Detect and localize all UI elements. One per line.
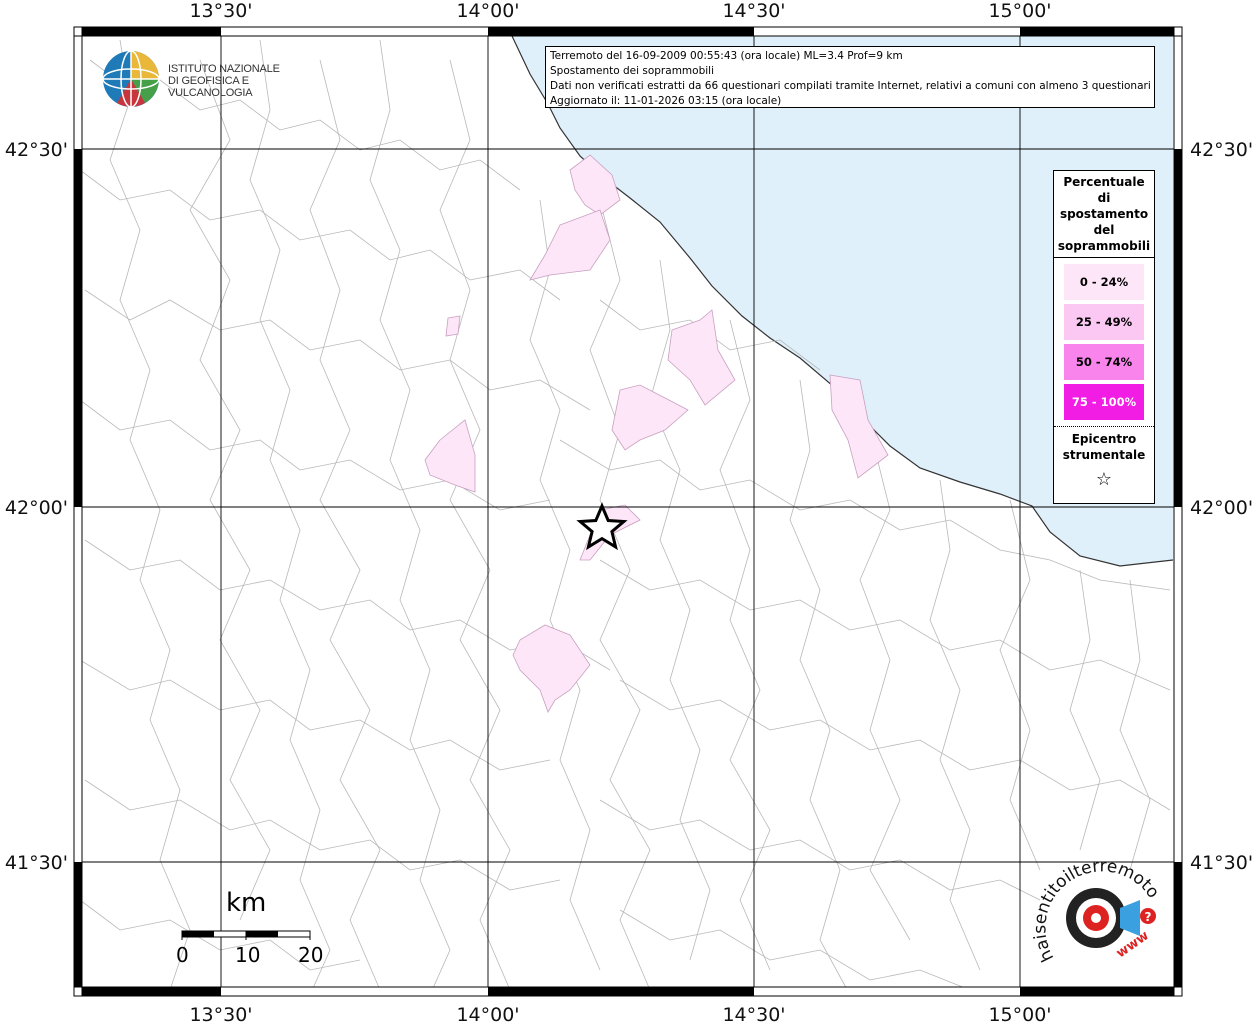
- legend-epicenter-label: Epicentro strumentale: [1054, 427, 1154, 463]
- legend-title-line: soprammobili: [1057, 239, 1151, 253]
- map-subject: Spostamento dei soprammobili: [550, 65, 714, 77]
- legend-class-3: 50 - 74%: [1064, 344, 1144, 380]
- scale-tick-10: 10: [235, 943, 261, 967]
- update-time: Aggiornato il: 11-01-2026 03:15 (ora loc…: [550, 95, 782, 107]
- lon-label-top-4: 15°00': [988, 0, 1051, 22]
- event-title: Terremoto del 16-09-2009 00:55:43 (ora l…: [550, 50, 903, 62]
- lon-label-bottom-3: 14°30': [722, 1004, 785, 1024]
- legend-title-line: spostamento: [1059, 207, 1149, 221]
- shaded-municipality-3: [445, 315, 461, 337]
- legend-star-icon: ☆: [1095, 469, 1113, 490]
- lat-label-left-1: 42°30': [5, 139, 68, 161]
- question-mark: ?: [1145, 910, 1152, 924]
- legend-class-4: 75 - 100%: [1064, 384, 1144, 420]
- legend-title-line: Percentuale: [1063, 175, 1145, 189]
- legend-title-line: del: [1093, 223, 1115, 237]
- logo-text: ISTITUTO NAZIONALE DI GEOFISICA E VULCAN…: [168, 63, 320, 99]
- lon-label-top-1: 13°30': [189, 0, 252, 22]
- legend-title: Percentuale di spostamento del soprammob…: [1054, 171, 1154, 258]
- lat-label-right-3: 41°30': [1190, 852, 1253, 874]
- legend-class-2: 25 - 49%: [1064, 304, 1144, 340]
- logo-line-2: DI GEOFISICA E VULCANOLOGIA: [168, 75, 253, 99]
- data-note: Dati non verificati estratti da 66 quest…: [550, 80, 1150, 92]
- lat-label-left-3: 41°30': [5, 852, 68, 874]
- lon-label-top-3: 14°30': [722, 0, 785, 22]
- lon-label-bottom-4: 15°00': [988, 1004, 1051, 1024]
- lat-label-left-2: 42°00': [5, 497, 68, 519]
- ingv-logo: ISTITUTO NAZIONALE DI GEOFISICA E VULCAN…: [100, 48, 320, 110]
- lon-label-bottom-2: 14°00': [456, 1004, 519, 1024]
- legend-epicenter-line: strumentale: [1062, 448, 1146, 462]
- lat-label-right-2: 42°00': [1190, 497, 1253, 519]
- legend-title-line: di: [1097, 191, 1111, 205]
- lat-label-right-1: 42°30': [1190, 139, 1253, 161]
- logo-line-1: ISTITUTO NAZIONALE: [168, 63, 280, 75]
- lon-label-top-2: 14°00': [456, 0, 519, 22]
- haisentito-badge: haisentitoilterremoto.it ? www: [1029, 843, 1172, 988]
- event-info-box: Terremoto del 16-09-2009 00:55:43 (ora l…: [545, 46, 1155, 108]
- globe-icon: [102, 50, 160, 108]
- legend: Percentuale di spostamento del soprammob…: [1053, 170, 1155, 504]
- legend-class-1: 0 - 24%: [1064, 264, 1144, 300]
- scale-tick-20: 20: [298, 943, 324, 967]
- scale-unit: km: [226, 888, 267, 918]
- scale-tick-0: 0: [176, 943, 189, 967]
- lon-label-bottom-1: 13°30': [189, 1004, 252, 1024]
- legend-epicenter-line: Epicentro: [1071, 432, 1137, 446]
